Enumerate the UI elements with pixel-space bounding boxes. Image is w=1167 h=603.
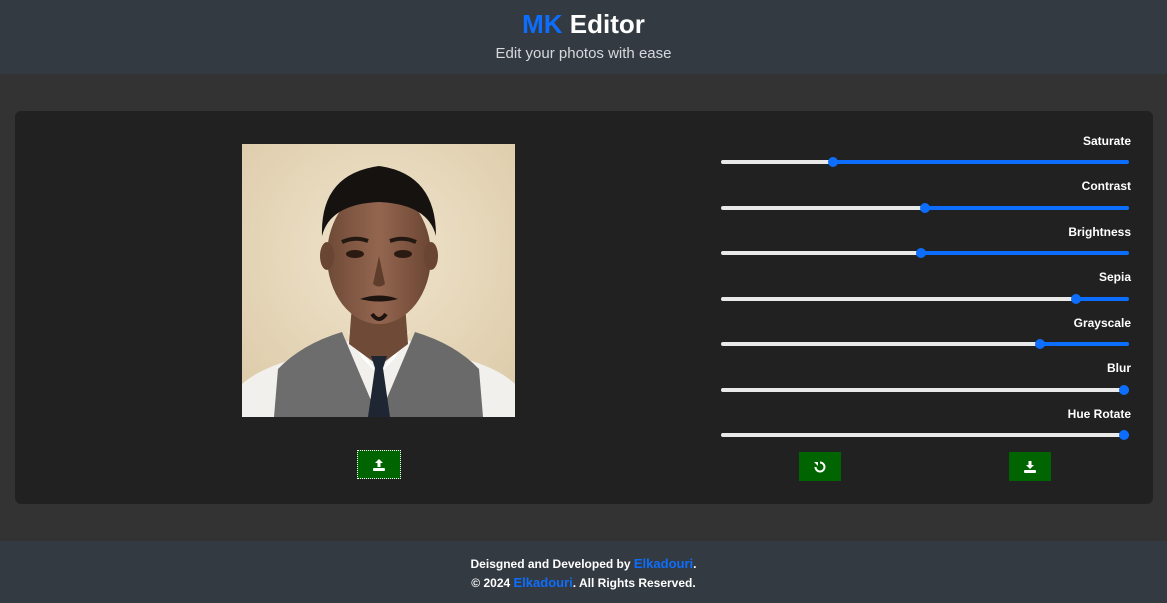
app-title: MK Editor [0,9,1167,39]
contrast-slider-thumb[interactable] [920,203,930,213]
sepia-slider-thumb[interactable] [1071,294,1082,304]
brightness-label: Brightness [1068,225,1131,239]
app-title-rest: Editor [562,9,645,39]
contrast-label: Contrast [1081,179,1131,193]
brightness-track-rest [921,251,1129,255]
hue-rotate-track-fill [721,433,1124,437]
copyright-prefix: © 2024 [471,576,514,590]
grayscale-label: Grayscale [1073,316,1131,330]
app-subtitle: Edit your photos with ease [495,45,672,62]
blur-label: Blur [1107,361,1131,375]
contrast-track-rest [925,206,1129,210]
copyright-suffix: . All Rights Reserved. [572,576,696,590]
download-button[interactable] [1009,452,1051,481]
copyright-line: © 2024 Elkadouri. All Rights Reserved. [0,575,1167,591]
saturate-label: Saturate [1082,134,1131,148]
photo-preview [242,144,515,417]
upload-icon [373,458,385,471]
sepia-slider[interactable] [721,293,1129,305]
credits-suffix: . [693,557,697,571]
upload-button[interactable] [357,450,401,479]
brightness-track-fill [721,251,922,255]
author-link[interactable]: Elkadouri [634,556,693,571]
sepia-label: Sepia [1098,270,1131,284]
hue-rotate-slider-thumb[interactable] [1119,430,1129,440]
hue-rotate-label: Hue Rotate [1067,407,1131,421]
grayscale-track-rest [1040,342,1129,346]
sepia-track-rest [1076,297,1129,301]
credits-prefix: Deisgned and Developed by [470,557,634,571]
reset-icon [814,461,826,472]
portrait-image [242,144,515,417]
saturate-slider[interactable] [721,156,1129,168]
reset-button[interactable] [799,452,841,481]
app-title-brand: MK [522,9,563,39]
saturate-track-rest [833,160,1129,164]
brightness-slider-thumb[interactable] [916,248,927,258]
hue-rotate-slider[interactable] [721,429,1129,441]
grayscale-slider-thumb[interactable] [1035,339,1046,349]
copyright-author-link[interactable]: Elkadouri [514,575,573,590]
grayscale-slider[interactable] [721,338,1129,350]
grayscale-track-fill [721,342,1041,346]
blur-slider[interactable] [721,384,1129,396]
brightness-slider[interactable] [721,247,1129,259]
credits-line: Deisgned and Developed by Elkadouri. [0,556,1167,572]
app-header: MK Editor Edit your photos with ease [0,0,1167,74]
blur-slider-thumb[interactable] [1119,385,1129,395]
saturate-slider-thumb[interactable] [828,157,839,167]
blur-track-fill [721,388,1124,392]
editor-panel: Saturate Contrast Brightness Sepia Grayscale… [15,111,1153,504]
filter-controls: Saturate Contrast Brightness Sepia Grayscale… [721,111,1131,504]
download-icon [1024,460,1036,473]
contrast-slider[interactable] [721,202,1129,214]
contrast-track-fill [721,206,925,210]
sepia-track-fill [721,297,1077,301]
app-footer: Deisgned and Developed by Elkadouri. © 2… [0,541,1167,603]
saturate-track-fill [721,160,834,164]
